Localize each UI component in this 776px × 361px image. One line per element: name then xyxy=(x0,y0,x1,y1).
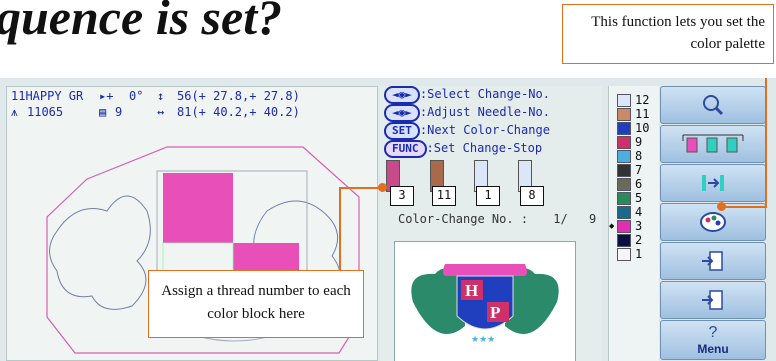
selected-marker: ◆ xyxy=(609,223,615,230)
import-left-icon xyxy=(702,251,723,271)
assign-callout: Assign a thread number to each color blo… xyxy=(148,270,364,338)
crest-image: H P ★★★ xyxy=(411,264,559,345)
color-swatch-11[interactable] xyxy=(617,108,631,121)
spool-2-number[interactable]: 11 xyxy=(432,186,456,206)
design-name: 11HAPPY GR xyxy=(11,89,84,103)
function-buttons: ? Menu xyxy=(660,86,768,361)
svg-text:★★★: ★★★ xyxy=(471,335,495,345)
needle-move-button[interactable] xyxy=(660,164,766,202)
colors-count: 9 xyxy=(115,105,123,119)
colors-icon: ▤ xyxy=(99,105,107,119)
width-value: 81(+ 40.2,+ 40.2) xyxy=(177,105,300,119)
design-preview: H P ★★★ xyxy=(394,241,576,361)
color-swatch-3[interactable] xyxy=(617,220,631,233)
dial-icon: ◄◉► xyxy=(384,104,420,122)
menu-label: Menu xyxy=(697,342,729,356)
instruction-func: FUNC:Set Change-Stop xyxy=(384,140,542,158)
color-number: 12 xyxy=(635,93,650,107)
color-number: 4 xyxy=(635,205,643,219)
color-number: 3 xyxy=(635,219,643,233)
stitch-icon: ⩚ xyxy=(11,105,18,119)
color-change-readout: Color-Change No. : 1/ 9 xyxy=(398,212,596,226)
cross-icon: ▸+ xyxy=(99,89,114,103)
svg-text:P: P xyxy=(490,303,500,322)
instruction-adjust: ◄◉►:Adjust Needle-No. xyxy=(384,104,550,122)
import-right-icon xyxy=(702,290,723,310)
color-swatch-5[interactable] xyxy=(617,192,631,205)
color-palette-bar[interactable]: 12 11 10 9 8 7 6 5 4 3 ◆ 2 1 xyxy=(608,86,659,361)
spool-3-number[interactable]: 1 xyxy=(476,186,500,206)
help-menu-button[interactable]: ? Menu xyxy=(660,320,766,360)
color-swatch-2[interactable] xyxy=(617,234,631,247)
height-value: 56(+ 27.8,+ 27.8) xyxy=(177,89,300,103)
assign-leader-v xyxy=(339,187,341,271)
dial-icon: ◄◉► xyxy=(384,86,420,104)
color-number: 10 xyxy=(635,121,650,135)
instruction-set: SET:Next Color-Change xyxy=(384,122,550,140)
color-swatch-7[interactable] xyxy=(617,164,631,177)
magnifier-icon xyxy=(703,95,724,116)
color-change-label: Color-Change No. : xyxy=(398,212,529,226)
color-swatch-9[interactable] xyxy=(617,136,631,149)
assign-leader-dot xyxy=(378,183,387,192)
color-number: 7 xyxy=(635,163,643,177)
palette-leader xyxy=(765,78,767,208)
color-swatch-1[interactable] xyxy=(617,248,631,261)
func-key: FUNC xyxy=(384,140,427,158)
color-number: 11 xyxy=(635,107,650,121)
color-number: 2 xyxy=(635,233,643,247)
width-arrow-icon: ↔ xyxy=(157,105,165,119)
import-left-button[interactable] xyxy=(660,242,766,280)
embroidery-screen: 11HAPPY GR ▸+ 0° ↕ 56(+ 27.8,+ 27.8) ⩚ 1… xyxy=(0,78,776,361)
height-arrow-icon: ↕ xyxy=(157,89,165,103)
stitch-count: 11065 xyxy=(27,105,64,119)
palette-leader-dot xyxy=(717,202,726,211)
instruction-select: ◄◉►:Select Change-No. xyxy=(384,86,550,104)
question-icon: ? xyxy=(708,324,718,341)
color-swatch-10[interactable] xyxy=(617,122,631,135)
page-heading: quence is set? xyxy=(0,0,283,45)
spool-row[interactable]: 3 11 1 8 xyxy=(380,160,602,210)
angle-value: 0° xyxy=(129,89,144,103)
color-number: 9 xyxy=(635,135,643,149)
spools-icon xyxy=(682,134,744,153)
spool-1-number[interactable]: 3 xyxy=(390,186,414,206)
palette-icon xyxy=(700,212,726,232)
color-number: 6 xyxy=(635,177,643,191)
color-swatch-8[interactable] xyxy=(617,150,631,163)
color-number: 1 xyxy=(635,247,643,261)
color-swatch-6[interactable] xyxy=(617,178,631,191)
palette-callout: This function lets you set the color pal… xyxy=(562,4,774,64)
svg-text:H: H xyxy=(465,281,478,300)
color-change-total: 9 xyxy=(588,212,597,226)
color-change-current: 1/ xyxy=(553,212,568,226)
color-number: 5 xyxy=(635,191,643,205)
spool-sequence-button[interactable] xyxy=(660,125,766,163)
needle-arrow-icon xyxy=(702,175,724,191)
color-swatch-12[interactable] xyxy=(617,94,631,107)
color-palette-button[interactable] xyxy=(660,203,766,241)
color-swatch-4[interactable] xyxy=(617,206,631,219)
spool-4-number[interactable]: 8 xyxy=(520,186,544,206)
color-number: 8 xyxy=(635,149,643,163)
palette-leader-h xyxy=(722,206,766,208)
set-key: SET xyxy=(384,122,420,140)
assign-leader-h xyxy=(339,187,382,189)
import-right-button[interactable] xyxy=(660,281,766,319)
zoom-button[interactable] xyxy=(660,86,766,124)
